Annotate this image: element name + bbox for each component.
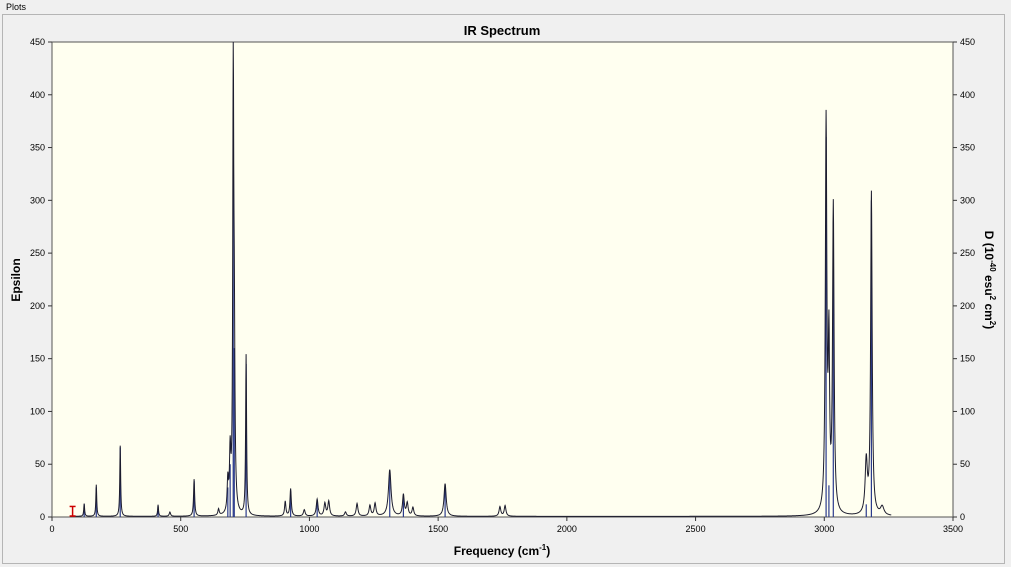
y-tick-label: 300 — [30, 195, 45, 205]
ir-spectrum-chart: 0 500 1000 1500 2000 2500 3000 3500050100150200… — [9, 23, 997, 558]
y2-tick-label: 100 — [960, 406, 975, 416]
y2-tick-label: 250 — [960, 248, 975, 258]
y2-tick-label: 350 — [960, 143, 975, 153]
y-tick-label: 400 — [30, 90, 45, 100]
y-tick-label: 350 — [30, 143, 45, 153]
y2-tick-label: 150 — [960, 354, 975, 364]
y2-tick-label: 450 — [960, 37, 975, 47]
y2-tick-label: 200 — [960, 301, 975, 311]
y-tick-label: 150 — [30, 354, 45, 364]
y-tick-label: 0 — [40, 512, 45, 522]
x-tick-label: 2500 — [686, 524, 706, 534]
y-tick-label: 50 — [35, 459, 45, 469]
x-tick-label: 1000 — [299, 524, 319, 534]
y-tick-label: 450 — [30, 37, 45, 47]
plot-area — [51, 41, 954, 518]
x-tick-label: 0 — [49, 524, 54, 534]
y2-tick-label: 300 — [960, 195, 975, 205]
x-tick-label: 3500 — [943, 524, 963, 534]
x-tick-label: 500 — [173, 524, 188, 534]
y2-tick-label: 0 — [960, 512, 965, 522]
x-tick-label: 1500 — [428, 524, 448, 534]
y2-tick-label: 400 — [960, 90, 975, 100]
y-tick-label: 200 — [30, 301, 45, 311]
y-axis-label: Epsilon — [9, 258, 23, 301]
x-tick-label: 3000 — [814, 524, 834, 534]
y-tick-label: 250 — [30, 248, 45, 258]
y-tick-label: 100 — [30, 406, 45, 416]
x-tick-label: 2000 — [557, 524, 577, 534]
chart-title: IR Spectrum — [464, 23, 541, 38]
y2-tick-label: 50 — [960, 459, 970, 469]
y2-axis-label: D (10-40 esu2 cm2) — [982, 231, 997, 330]
x-axis-label: Frequency (cm-1) — [454, 543, 550, 558]
